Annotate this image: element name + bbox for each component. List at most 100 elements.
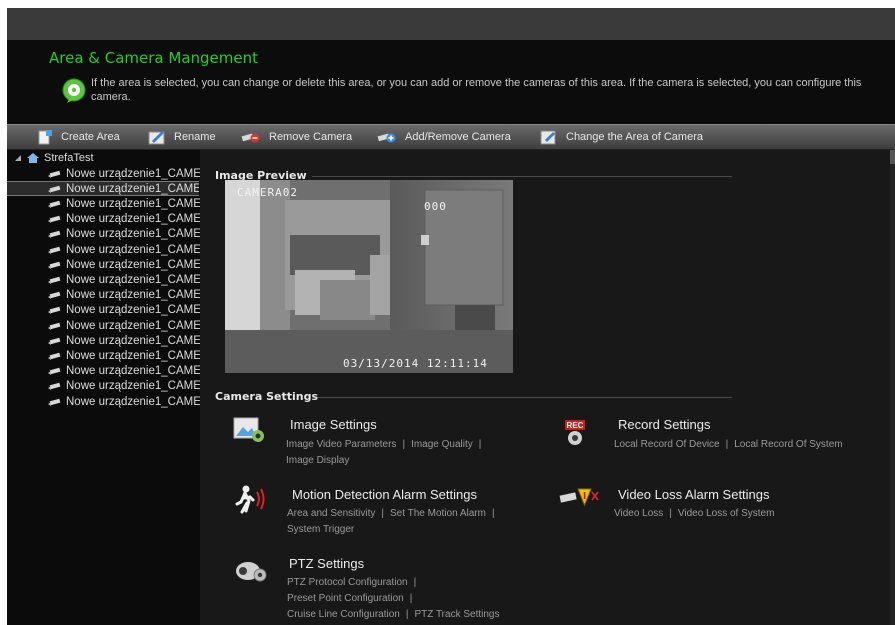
tree-item-camera[interactable]: Nowe urządzenie1_CAMEF bbox=[7, 181, 199, 197]
tree-item-label: Nowe urządzenie1_CAMEF bbox=[66, 258, 207, 271]
tree-item-label: Nowe urządzenie1_CAMEF bbox=[66, 228, 207, 241]
camera-snapshot bbox=[225, 180, 513, 373]
tree-item-camera[interactable]: Nowe urządzenie1_CAMEF bbox=[47, 348, 207, 363]
camera-icon bbox=[48, 276, 61, 284]
tree-item-label: Nowe urządzenie1_CAMEF bbox=[66, 365, 207, 378]
camera-icon bbox=[48, 215, 61, 224]
create-area-button[interactable]: Create Area bbox=[37, 128, 120, 146]
rename-label: Rename bbox=[174, 131, 216, 143]
window-frame: Area & Camera Mangement If the area is s… bbox=[0, 0, 895, 625]
camera-icon bbox=[48, 170, 61, 178]
tree-item-camera[interactable]: Nowe urządzenie1_CAMEF bbox=[47, 166, 207, 181]
tree-item-camera[interactable]: Nowe urządzenie1_CAMEF bbox=[47, 196, 207, 211]
create-area-icon bbox=[38, 130, 52, 145]
add-remove-camera-button[interactable]: Add/Remove Camera bbox=[377, 128, 511, 146]
image-settings-icon[interactable] bbox=[233, 416, 267, 448]
main-panel: Image Preview CAMERA02 000 03/13/2014 12… bbox=[200, 150, 895, 625]
tree-item-camera[interactable]: Nowe urządzenie1_CAMEF bbox=[47, 272, 207, 287]
tree-item-label: Nowe urządzenie1_CAMEF bbox=[66, 243, 207, 256]
tree-item-camera[interactable]: Nowe urządzenie1_CAMEF bbox=[47, 288, 207, 303]
change-area-icon bbox=[540, 130, 556, 145]
motion-detection-icon[interactable] bbox=[234, 484, 268, 520]
section-divider bbox=[312, 176, 732, 177]
ptz-settings-icon[interactable] bbox=[234, 558, 268, 588]
preset-point-link[interactable]: Preset Point Configuration bbox=[287, 593, 404, 604]
home-icon bbox=[27, 153, 39, 163]
camera-settings-heading: Camera Settings bbox=[215, 390, 319, 403]
tree-item-label: Nowe urządzenie1_CAMEF bbox=[66, 273, 207, 286]
motion-detection-links: Area and Sensitivity | Set The Motion Alar… bbox=[287, 508, 495, 535]
tree-item-label: Nowe urządzenie1_CAMEF bbox=[66, 213, 207, 226]
tree-item-label: Nowe urządzenie1_CAMEF bbox=[66, 289, 207, 302]
video-loss-links: Video Loss | Video Loss of System bbox=[614, 508, 775, 519]
tree-item-camera[interactable]: Nowe urządzenie1_CAMEF bbox=[47, 394, 207, 409]
camera-icon bbox=[48, 307, 61, 315]
record-settings-title[interactable]: Record Settings bbox=[618, 417, 711, 432]
local-record-device-link[interactable]: Local Record Of Device bbox=[614, 439, 720, 450]
tree-item-label: Nowe urządzenie1_CAMEF bbox=[66, 380, 207, 393]
camera-icon bbox=[48, 200, 61, 208]
change-area-label: Change the Area of Camera bbox=[566, 131, 703, 143]
info-icon bbox=[61, 78, 87, 104]
tree-root[interactable]: StrefaTest bbox=[13, 151, 94, 165]
remove-camera-label: Remove Camera bbox=[269, 131, 353, 143]
tree-item-label: Nowe urządzenie1_CAMEF bbox=[66, 167, 207, 180]
record-settings-icon[interactable]: REC bbox=[564, 419, 590, 451]
motion-detection-title[interactable]: Motion Detection Alarm Settings bbox=[292, 487, 477, 502]
image-settings-title[interactable]: Image Settings bbox=[290, 417, 377, 432]
area-sensitivity-link[interactable]: Area and Sensitivity bbox=[287, 508, 375, 519]
image-display-link[interactable]: Image Display bbox=[286, 455, 349, 466]
toolbar: Create Area Rename Remove Camera Add/Rem… bbox=[7, 124, 895, 150]
camera-icon bbox=[48, 231, 61, 239]
app-window: Area & Camera Mangement If the area is s… bbox=[7, 8, 895, 625]
top-strip bbox=[7, 8, 895, 40]
tree-item-camera[interactable]: Nowe urządzenie1_CAMEF bbox=[47, 212, 207, 227]
camera-icon bbox=[48, 291, 61, 300]
create-area-label: Create Area bbox=[61, 131, 120, 143]
remove-camera-button[interactable]: Remove Camera bbox=[241, 128, 352, 146]
cruise-line-link[interactable]: Cruise Line Configuration bbox=[287, 609, 400, 620]
rename-button[interactable]: Rename bbox=[148, 128, 216, 146]
scrollbar[interactable] bbox=[890, 150, 895, 625]
local-record-system-link[interactable]: Local Record Of System bbox=[734, 439, 842, 450]
camera-icon bbox=[48, 352, 61, 360]
record-settings-links: Local Record Of Device | Local Record Of S… bbox=[614, 439, 843, 450]
tree-item-camera[interactable]: Nowe urządzenie1_CAMEF bbox=[47, 303, 207, 318]
header: Area & Camera Mangement If the area is s… bbox=[7, 40, 895, 122]
camera-name-overlay: CAMERA02 bbox=[237, 186, 298, 199]
expand-triangle-icon[interactable] bbox=[13, 153, 23, 163]
camera-icon bbox=[48, 246, 61, 254]
tree-item-camera[interactable]: Nowe urządzenie1_CAMEF bbox=[47, 242, 207, 257]
tree-item-camera[interactable]: Nowe urządzenie1_CAMEF bbox=[47, 318, 207, 333]
image-quality-link[interactable]: Image Quality bbox=[411, 439, 473, 450]
ptz-protocol-link[interactable]: PTZ Protocol Configuration bbox=[287, 577, 408, 588]
tree-item-label: Nowe urządzenie1_CAMEF bbox=[66, 182, 199, 195]
tree-item-camera[interactable]: Nowe urządzenie1_CAMEF bbox=[47, 227, 207, 242]
video-loss-title[interactable]: Video Loss Alarm Settings bbox=[618, 487, 770, 502]
tree-item-label: Nowe urządzenie1_CAMEF bbox=[66, 319, 207, 332]
info-text: If the area is selected, you can change … bbox=[91, 77, 862, 103]
tree-item-camera[interactable]: Nowe urządzenie1_CAMEF bbox=[47, 379, 207, 394]
video-loss-system-link[interactable]: Video Loss of System bbox=[678, 508, 775, 519]
ptz-track-link[interactable]: PTZ Track Settings bbox=[414, 609, 499, 620]
svg-text:REC: REC bbox=[567, 421, 584, 430]
video-loss-icon[interactable] bbox=[558, 486, 600, 512]
change-area-button[interactable]: Change the Area of Camera bbox=[540, 128, 703, 146]
system-trigger-link[interactable]: System Trigger bbox=[287, 524, 354, 535]
tree-item-label: Nowe urządzenie1_CAMEF bbox=[66, 304, 207, 317]
camera-icon bbox=[48, 337, 61, 345]
tree-root-label: StrefaTest bbox=[44, 152, 94, 164]
add-remove-camera-icon bbox=[377, 133, 396, 143]
set-motion-alarm-link[interactable]: Set The Motion Alarm bbox=[390, 508, 486, 519]
tree-item-camera[interactable]: Nowe urządzenie1_CAMEF bbox=[47, 257, 207, 272]
camera-icon bbox=[48, 322, 61, 330]
camera-icon bbox=[48, 185, 61, 193]
tree-item-camera[interactable]: Nowe urządzenie1_CAMEF bbox=[47, 333, 207, 348]
scroll-thumb[interactable] bbox=[890, 150, 895, 164]
video-loss-link[interactable]: Video Loss bbox=[614, 508, 663, 519]
ptz-settings-title[interactable]: PTZ Settings bbox=[289, 556, 364, 571]
tree-item-camera[interactable]: Nowe urządzenie1_CAMEF bbox=[47, 364, 207, 379]
page-title: Area & Camera Mangement bbox=[49, 49, 259, 67]
image-video-parameters-link[interactable]: Image Video Parameters bbox=[286, 439, 396, 450]
camera-icon bbox=[48, 398, 61, 406]
